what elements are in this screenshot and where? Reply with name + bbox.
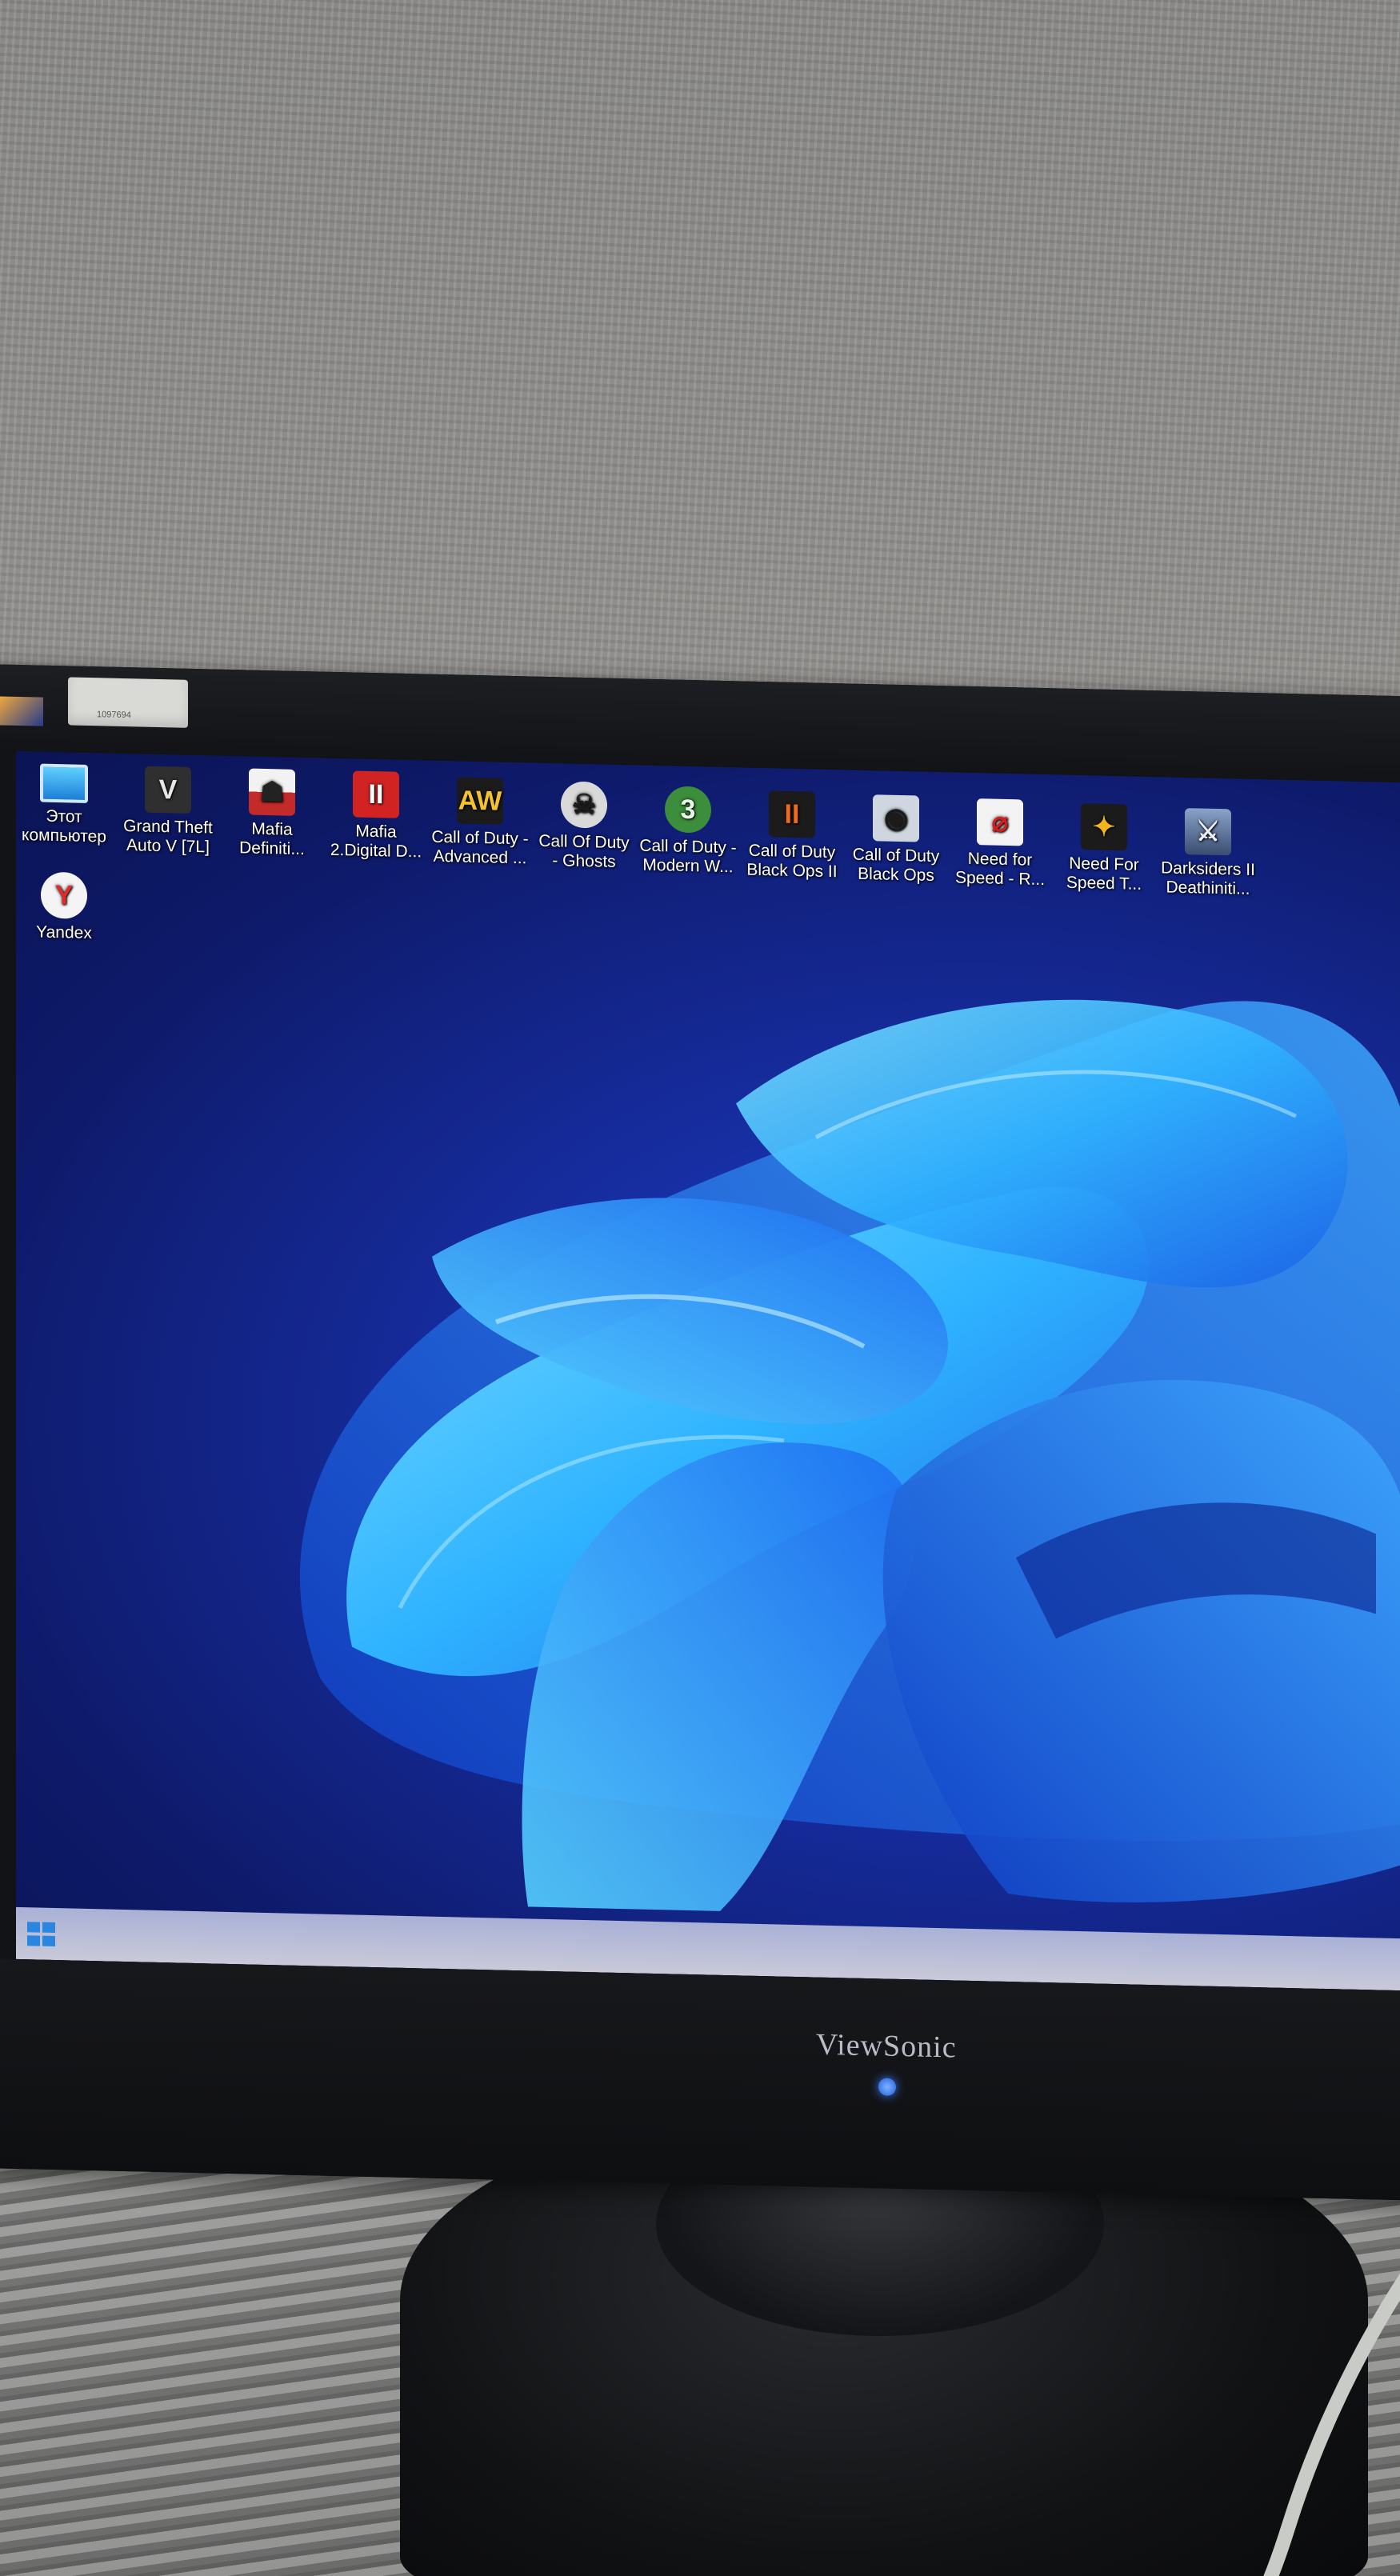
photo-scene: 1097694 Этот компьютер V Grand Theft Aut… xyxy=(0,0,1400,2576)
yandex-icon: Y xyxy=(41,871,87,919)
nfs-icon: ⌀ xyxy=(977,798,1023,846)
desktop-icon-cod-ghosts[interactable]: ☠ Call Of Duty - Ghosts xyxy=(532,781,636,873)
darksiders-icon: ⚔ xyxy=(1185,808,1231,856)
windows-start-icon xyxy=(27,1922,40,1933)
desktop-screen[interactable]: Этот компьютер V Grand Theft Auto V [7L]… xyxy=(16,750,1400,1991)
serial-sticker: 1097694 xyxy=(68,677,188,728)
cable xyxy=(1263,2273,1400,2576)
desktop-icon-cod-bo[interactable]: ◉ Call of Duty Black Ops xyxy=(844,794,948,886)
desktop-icon-this-pc[interactable]: Этот компьютер xyxy=(16,763,116,847)
corner-sticker xyxy=(0,696,43,726)
serial-sticker-text: 1097694 xyxy=(97,710,131,721)
cod-aw-icon: AW xyxy=(457,777,503,825)
monitor-brand-logo: ViewSonic xyxy=(816,2027,957,2065)
mafia-icon: ☗ xyxy=(249,768,295,816)
power-button[interactable] xyxy=(878,2078,896,2096)
desktop-icon-gta-v[interactable]: V Grand Theft Auto V [7L] xyxy=(116,766,220,858)
desktop-icon-cod-aw[interactable]: AW Call of Duty - Advanced ... xyxy=(428,777,532,869)
mafia-2-icon: II xyxy=(353,770,399,818)
cod-mw-icon: 3 xyxy=(665,786,711,834)
desktop-icon-cod-mw[interactable]: 3 Call of Duty - Modern W... xyxy=(636,785,740,877)
desktop-icon-nfs[interactable]: ⌀ Need for Speed - R... xyxy=(948,798,1052,890)
desktop-icon-darksiders[interactable]: ⚔ Darksiders II Deathiniti... xyxy=(1156,807,1260,899)
desktop-icon-yandex[interactable]: Y Yandex xyxy=(16,871,116,944)
desktop-icon-nfs-t[interactable]: ✦ Need For Speed T... xyxy=(1052,802,1156,894)
monitor-bottom-bezel: ViewSonic xyxy=(0,1958,1400,2201)
cod-ghosts-icon: ☠ xyxy=(561,781,607,829)
nfs-t-icon: ✦ xyxy=(1081,803,1127,851)
cod-bo-icon: ◉ xyxy=(873,794,919,842)
desktop-icon-mafia[interactable]: ☗ Mafia Definiti... xyxy=(220,768,324,860)
start-button[interactable] xyxy=(24,1918,59,1950)
cod-bo2-icon: II xyxy=(769,790,815,838)
wallpaper-bloom xyxy=(300,999,1400,1911)
desktop-icon-mafia-2[interactable]: II Mafia 2.Digital D... xyxy=(324,770,428,862)
monitor-icon xyxy=(40,763,88,803)
gta-v-icon: V xyxy=(145,766,191,814)
desktop-icon-cod-bo2[interactable]: II Call of Duty Black Ops II xyxy=(740,790,844,882)
monitor: 1097694 Этот компьютер V Grand Theft Aut… xyxy=(0,664,1400,2201)
